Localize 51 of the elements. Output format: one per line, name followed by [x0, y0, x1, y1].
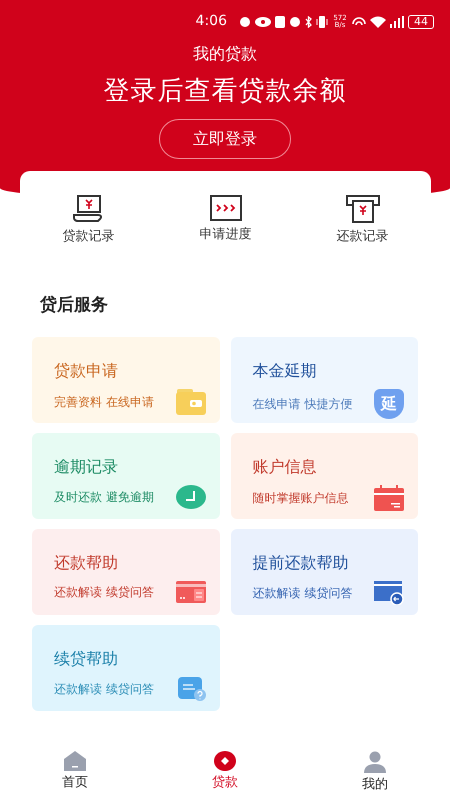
clock-icon [176, 484, 206, 508]
bluetooth-icon [305, 16, 312, 28]
service-subtitle: 还款解读 续贷问答 [252, 584, 352, 602]
battery-level: 44 [408, 14, 434, 28]
login-button[interactable]: 立即登录 [159, 119, 291, 159]
calendar-icon [374, 484, 404, 510]
service-card[interactable]: 账户信息 随时掌握账户信息 [230, 432, 418, 518]
shortcut-label[interactable]: 还款记录 [336, 227, 388, 246]
hotspot-icon [352, 16, 366, 28]
eye-icon [255, 16, 271, 26]
service-subtitle: 及时还款 避免逾期 [54, 488, 154, 506]
signal-icon [390, 16, 404, 28]
shortcut-label[interactable]: 贷款记录 [62, 227, 114, 246]
vibrate-icon [316, 16, 328, 28]
progress-frame-icon [210, 195, 242, 221]
service-card[interactable]: 贷款申请 完善资料 在线申请 [32, 336, 220, 422]
shield-badge: 延 [374, 388, 404, 418]
nav-tab[interactable]: 贷款 [150, 750, 300, 794]
service-title: 续贷帮助 [54, 648, 119, 670]
service-title: 逾期记录 [54, 456, 119, 478]
service-title: 还款帮助 [54, 552, 119, 574]
question-card-icon [178, 676, 206, 700]
service-card[interactable]: 还款帮助 还款解读 续贷问答 [32, 528, 220, 614]
service-card[interactable]: 提前还款帮助 还款解读 续贷问答 [230, 528, 418, 614]
balance-headline: 登录后查看贷款余额 [104, 75, 346, 108]
card-return-icon [374, 580, 404, 604]
page-title: 我的贷款 [193, 43, 257, 65]
service-subtitle: 在线申请 快捷方便 [252, 396, 352, 412]
diamond-circle-icon [214, 750, 236, 770]
service-subtitle: 完善资料 在线申请 [54, 394, 154, 410]
service-card[interactable]: 逾期记录 及时还款 避免逾期 [32, 432, 220, 518]
nav-tab[interactable]: 我的 [300, 750, 450, 794]
shortcut-label[interactable]: 申请进度 [200, 225, 252, 244]
section-title: 贷后服务 [40, 294, 109, 317]
service-subtitle: 还款解读 续贷问答 [54, 680, 154, 698]
wifi-icon [370, 16, 386, 28]
wallet-icon [176, 388, 206, 414]
service-title: 贷款申请 [54, 360, 119, 382]
service-card[interactable]: 续贷帮助 还款解读 续贷问答 [32, 624, 220, 710]
service-title: 提前还款帮助 [252, 552, 350, 574]
home-icon [64, 750, 86, 770]
service-subtitle: 随时掌握账户信息 [252, 490, 348, 506]
service-subtitle: 还款解读 续贷问答 [54, 584, 154, 600]
credit-card-icon [176, 580, 206, 602]
nav-tab[interactable]: 首页 [0, 750, 150, 794]
service-title: 本金延期 [252, 360, 318, 382]
service-card[interactable]: 本金延期 在线申请 快捷方便 延 [230, 336, 418, 422]
status-time: 4:06 [196, 12, 227, 31]
person-icon [364, 750, 386, 772]
receipt-printer-icon [346, 195, 380, 223]
service-title: 账户信息 [252, 456, 318, 478]
